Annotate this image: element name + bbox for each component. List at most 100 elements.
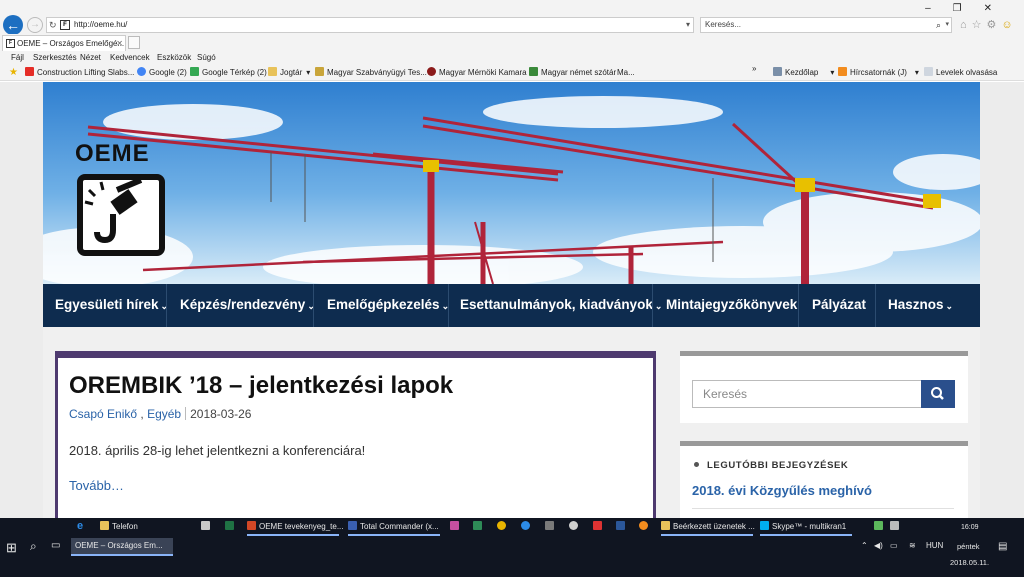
close-button[interactable]: ✕ (984, 3, 1014, 14)
language-indicator[interactable]: HUN (926, 541, 943, 550)
clock-time[interactable]: 16:09 (961, 519, 979, 536)
smiley-icon[interactable]: ☺ (1001, 19, 1017, 31)
chevron-down-icon[interactable]: ▾ (686, 18, 690, 32)
notifications-icon[interactable]: ▤ (998, 541, 1007, 552)
taskbar-item-outlook[interactable]: Beérkezett üzenetek ... (661, 518, 755, 535)
nav-mintajegyzokonyvek[interactable]: Mintajegyzőkönyvek (666, 284, 797, 327)
outlook-icon (661, 521, 670, 530)
nav-hasznos[interactable]: Hasznos ⌄ (888, 284, 953, 327)
main-navigation: Egyesületi hírek ⌄ Képzés/rendezvény ⌄ Eme… (43, 284, 980, 327)
app-icon[interactable] (593, 518, 605, 535)
nav-egyesuleti-hirek[interactable]: Egyesületi hírek ⌄ (55, 284, 168, 327)
forward-button[interactable]: → (27, 17, 43, 33)
favorite-item[interactable]: Google Térkép (2) (190, 65, 267, 80)
nav-divider (166, 284, 167, 327)
favorite-item[interactable]: Magyar Szabványügyi Tes... (315, 65, 427, 80)
read-more-link[interactable]: Tovább… (69, 478, 124, 493)
minimize-button[interactable]: – (925, 3, 953, 14)
tab-oeme[interactable]: F OEME – Országos Emelőgé... ✕ (2, 35, 126, 51)
word-icon[interactable] (616, 518, 628, 535)
tray-icon[interactable] (874, 518, 886, 535)
search-icon[interactable]: ⌕ (936, 18, 941, 32)
msz-icon (315, 67, 324, 76)
recent-post-link[interactable]: 2018. évi Közgyűlés meghívó (692, 483, 872, 498)
favorite-mail[interactable]: Levelek olvasása (924, 65, 997, 80)
favorite-item[interactable]: Ma... (617, 65, 635, 80)
edge-icon[interactable] (521, 518, 533, 535)
post-category-link[interactable]: Egyéb (147, 407, 181, 421)
task-view-icon[interactable]: ▭ (51, 540, 60, 551)
taskbar-item-powerpoint[interactable]: OEME tevekenyeg_te... (247, 518, 344, 535)
taskbar-item-telefon[interactable]: Telefon (100, 518, 138, 535)
post-author-link[interactable]: Csapó Enikő (69, 407, 137, 421)
menu-edit[interactable]: Szerkesztés (33, 51, 77, 64)
post-title[interactable]: OREMBIK ’18 – jelentkezési lapok (69, 372, 453, 400)
taskbar-active-window[interactable]: OEME – Országos Em... (71, 538, 173, 556)
favorites-star-icon[interactable]: ★ (9, 65, 18, 80)
new-tab-button[interactable] (128, 36, 140, 49)
store-icon[interactable] (201, 518, 213, 535)
firefox-icon[interactable] (639, 518, 651, 535)
menu-tools[interactable]: Eszközök (157, 51, 191, 64)
address-bar[interactable]: ↻ F http://oeme.hu/ ▾ (46, 17, 694, 33)
favorite-item[interactable]: Construction Lifting Slabs... (25, 65, 134, 80)
excel-icon[interactable] (225, 518, 237, 535)
browser-toolbar: ← → ↻ F http://oeme.hu/ ▾ Keresés... ⌕ ▾… (0, 0, 1024, 35)
chevron-down-icon[interactable]: ▾ (945, 18, 949, 32)
maximize-button[interactable]: ❐ (953, 3, 984, 14)
favorite-item[interactable]: Google (2) (137, 65, 187, 80)
chevron-down-icon: ⌄ (654, 301, 663, 311)
home-icon[interactable]: ⌂ (960, 19, 972, 31)
post-date: 2018-03-26 (190, 407, 252, 421)
app-icon[interactable] (450, 518, 462, 535)
tab-bar: F OEME – Országos Emelőgé... ✕ (0, 34, 1024, 51)
search-icon[interactable]: ⌕ (30, 539, 37, 554)
menu-view[interactable]: Nézet (80, 51, 101, 64)
edge-icon[interactable]: e (77, 518, 83, 535)
powerpoint-icon (247, 521, 256, 530)
browser-search-field[interactable]: Keresés... ⌕ ▾ (700, 17, 952, 33)
nav-esettanulmanyok[interactable]: Esettanulmányok, kiadványok ⌄ (460, 284, 662, 327)
chrome-icon[interactable] (497, 518, 509, 535)
menu-help[interactable]: Súgó (197, 51, 216, 64)
pin-icon (694, 462, 699, 467)
nav-palyazat[interactable]: Pályázat (812, 284, 866, 327)
windows-start-icon[interactable]: ⊞ (6, 540, 17, 556)
app-icon[interactable] (473, 518, 485, 535)
favorite-home[interactable]: Kezdőlap ▾ (773, 65, 834, 80)
chevron-more-icon[interactable]: » (752, 61, 756, 76)
skype-icon (760, 521, 769, 530)
volume-icon[interactable]: ◀) (874, 541, 883, 550)
favorite-item[interactable]: Jogtár ▾ (268, 65, 310, 80)
battery-icon[interactable]: ▭ (890, 541, 898, 550)
menu-file[interactable]: Fájl (11, 51, 24, 64)
network-icon[interactable]: ≋ (909, 541, 916, 550)
sidebar-search-input[interactable]: Keresés (692, 380, 922, 408)
site-favicon: F (60, 20, 70, 30)
favorite-item[interactable]: Magyar német szótár (529, 65, 616, 80)
url-text[interactable]: http://oeme.hu/ (74, 18, 127, 32)
app-icon[interactable] (545, 518, 557, 535)
favorite-rss[interactable]: Hírcsatornák (J) ▾ (838, 65, 919, 80)
refresh-icon[interactable]: ↻ (49, 18, 57, 32)
menu-favorites[interactable]: Kedvencek (110, 51, 150, 64)
favorite-item[interactable]: Magyar Mérnöki Kamara (427, 65, 527, 80)
gear-icon[interactable] (569, 518, 581, 535)
nav-kepzes-rendezveny[interactable]: Képzés/rendezvény ⌄ (180, 284, 315, 327)
back-button[interactable]: ← (3, 15, 23, 35)
taskbar-item-skype[interactable]: Skype™ - multikran1 (760, 518, 846, 535)
divider (692, 508, 954, 509)
page-scrollbar[interactable] (1010, 82, 1024, 518)
youtube-icon (25, 67, 34, 76)
tray-icon[interactable] (890, 518, 902, 535)
nav-emelogepkezeles[interactable]: Emelőgépkezelés ⌄ (327, 284, 449, 327)
taskbar-item-totalcommander[interactable]: Total Commander (x... (348, 518, 439, 535)
recent-posts-widget: LEGUTÓBBI BEJEGYZÉSEK 2018. évi Közgyűlé… (680, 441, 968, 518)
favorites-star-icon[interactable]: ☆ (972, 19, 987, 31)
nav-divider (313, 284, 314, 327)
close-icon[interactable]: ✕ (116, 36, 123, 51)
sidebar-search-button[interactable] (921, 380, 955, 408)
browser-tool-icons: ⌂☆⚙☺ (960, 18, 1018, 31)
chevron-up-icon[interactable]: ⌃ (861, 541, 868, 550)
gear-icon[interactable]: ⚙ (987, 19, 1002, 31)
